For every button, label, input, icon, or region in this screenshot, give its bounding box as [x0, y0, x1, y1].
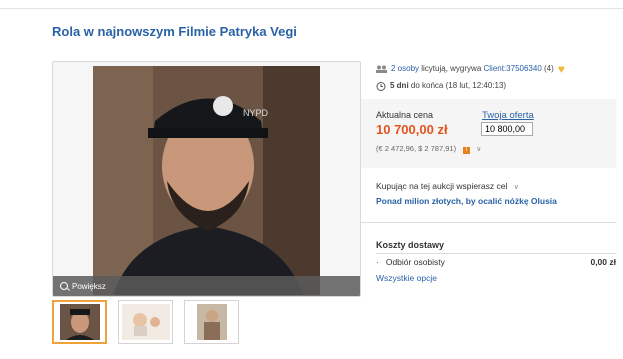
time-suffix: do końca (18 lut, 12:40:13): [408, 81, 507, 90]
thumbnail-image: [59, 304, 100, 340]
magnifier-icon: [60, 282, 68, 290]
heart-icon: ♥: [557, 61, 565, 76]
chevron-down-icon[interactable]: ∨: [514, 183, 519, 191]
shipping-row: · Odbiór osobisty 0,00 zł: [376, 257, 616, 267]
time-row: 5 dni do końca (18 lut, 12:40:13): [376, 79, 565, 92]
current-price: 10 700,00 zł: [376, 122, 448, 137]
people-icon: [376, 65, 387, 73]
thumbnail-1[interactable]: [52, 300, 107, 344]
thumbnail-strip: [52, 300, 239, 344]
all-options-link[interactable]: Wszystkie opcje: [376, 273, 437, 283]
offer-input[interactable]: [481, 122, 533, 136]
charity-section: Kupując na tej aukcji wspierasz cel ∨ Po…: [376, 181, 557, 206]
thumbnail-image: [121, 304, 170, 340]
shipping-section: Koszty dostawy · Odbiór osobisty 0,00 zł …: [376, 240, 616, 283]
bullet: ·: [376, 257, 379, 267]
chevron-down-icon[interactable]: ∨: [476, 145, 481, 153]
bidders-row: 2 osoby licytują, wygrywa Client:3750634…: [376, 62, 565, 75]
shipping-method: Odbiór osobisty: [385, 257, 445, 267]
clock-icon: [376, 81, 386, 91]
bid-info: 2 osoby licytują, wygrywa Client:3750634…: [376, 62, 565, 96]
leader-link[interactable]: Client:37506340: [484, 64, 542, 73]
thumbnail-3[interactable]: [184, 300, 239, 344]
bidders-text: licytują, wygrywa: [419, 64, 484, 73]
shipping-divider: [376, 253, 616, 254]
svg-text:NYPD: NYPD: [243, 108, 269, 118]
charity-cause-link[interactable]: Ponad milion złotych, by ocalić nóżkę Ol…: [376, 196, 557, 206]
section-divider: [361, 222, 616, 223]
zoom-label: Powiększ: [72, 281, 106, 291]
shipping-header: Koszty dostawy: [376, 240, 445, 250]
thumbnail-2[interactable]: [118, 300, 173, 344]
price-conversion-text: (€ 2 472,96, $ 2 787,91): [376, 144, 457, 153]
listing-title: Rola w najnowszym Filmie Patryka Vegi: [52, 24, 297, 39]
price-conversion: (€ 2 472,96, $ 2 787,91) i ∨: [376, 144, 481, 154]
leader-rating: (4): [541, 64, 554, 73]
thumbnail-image: [196, 304, 227, 340]
charity-text: Kupując na tej aukcji wspierasz cel ∨: [376, 181, 557, 191]
time-left: 5 dni: [390, 81, 409, 90]
main-photo[interactable]: NYPD: [93, 66, 320, 295]
bidders-count-link[interactable]: 2 osoby: [391, 64, 419, 73]
price-box: Aktualna cena 10 700,00 zł (€ 2 472,96, …: [361, 99, 616, 168]
your-offer-label[interactable]: Twoja oferta: [482, 110, 534, 121]
charity-text-label: Kupując na tej aukcji wspierasz cel: [376, 181, 508, 191]
portrait-image: NYPD: [93, 66, 320, 295]
info-icon[interactable]: i: [463, 147, 471, 154]
top-divider: [0, 8, 623, 9]
shipping-cost: 0,00 zł: [590, 257, 616, 267]
main-image-box[interactable]: NYPD Powiększ: [52, 61, 361, 297]
current-price-label: Aktualna cena: [376, 110, 434, 120]
zoom-bar[interactable]: Powiększ: [53, 276, 360, 296]
